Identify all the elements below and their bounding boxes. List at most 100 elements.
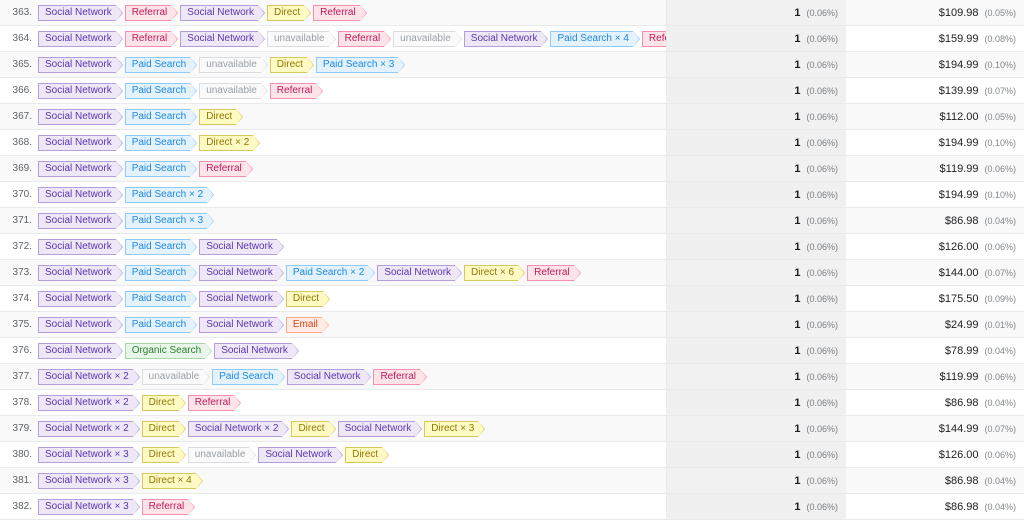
table-row[interactable]: 372.Social NetworkPaid SearchSocial Netw… xyxy=(0,234,1024,260)
path-tag-paid[interactable]: Paid Search xyxy=(125,57,190,73)
path-tag-referral[interactable]: Referral xyxy=(142,499,189,515)
table-row[interactable]: 382.Social Network × 3Referral1(0.06%)$8… xyxy=(0,494,1024,520)
table-row[interactable]: 374.Social NetworkPaid SearchSocial Netw… xyxy=(0,286,1024,312)
path-tag-direct[interactable]: Direct × 4 xyxy=(142,473,196,489)
path-tag-referral[interactable]: Referral xyxy=(338,31,385,47)
path-tag-paid[interactable]: Paid Search xyxy=(125,83,190,99)
path-tag-social[interactable]: Social Network × 2 xyxy=(38,369,133,385)
path-tag-referral[interactable]: Referral xyxy=(373,369,420,385)
path-tag-referral[interactable]: Referral xyxy=(125,31,172,47)
path-tag-direct[interactable]: Direct xyxy=(267,5,304,21)
table-row[interactable]: 365.Social NetworkPaid Searchunavailable… xyxy=(0,52,1024,78)
table-row[interactable]: 363.Social NetworkReferralSocial Network… xyxy=(0,0,1024,26)
path-tag-referral[interactable]: Referral xyxy=(527,265,574,281)
path-tag-paid[interactable]: Paid Search xyxy=(125,135,190,151)
path-tag-social[interactable]: Social Network xyxy=(199,265,277,281)
table-row[interactable]: 377.Social Network × 2unavailablePaid Se… xyxy=(0,364,1024,390)
path-tag-social[interactable]: Social Network xyxy=(180,5,258,21)
path-tag-paid[interactable]: Paid Search xyxy=(125,265,190,281)
path-tag-direct[interactable]: Direct xyxy=(291,421,328,437)
path-tag-social[interactable]: Social Network xyxy=(258,447,336,463)
path-tag-social[interactable]: Social Network xyxy=(38,161,116,177)
table-row[interactable]: 381.Social Network × 3Direct × 41(0.06%)… xyxy=(0,468,1024,494)
path-tag-direct[interactable]: Direct xyxy=(286,291,323,307)
path-tag-social[interactable]: Social Network × 2 xyxy=(38,395,133,411)
path-tag-unavail[interactable]: unavailable xyxy=(267,31,329,47)
path-tag-social[interactable]: Social Network xyxy=(377,265,455,281)
path-tag-direct[interactable]: Direct × 3 xyxy=(424,421,478,437)
path-tag-social[interactable]: Social Network × 3 xyxy=(38,473,133,489)
path-tag-unavail[interactable]: unavailable xyxy=(199,83,261,99)
path-tag-social[interactable]: Social Network xyxy=(464,31,542,47)
table-row[interactable]: 373.Social NetworkPaid SearchSocial Netw… xyxy=(0,260,1024,286)
path-tag-social[interactable]: Social Network xyxy=(38,213,116,229)
path-tag-social[interactable]: Social Network xyxy=(214,343,292,359)
path-tag-unavail[interactable]: unavailable xyxy=(199,57,261,73)
path-tag-referral[interactable]: Referral xyxy=(642,31,666,47)
path-tag-referral[interactable]: Referral xyxy=(313,5,360,21)
path-tag-paid[interactable]: Paid Search xyxy=(125,291,190,307)
path-tag-social[interactable]: Social Network xyxy=(38,187,116,203)
path-tag-unavail[interactable]: unavailable xyxy=(393,31,455,47)
table-row[interactable]: 380.Social Network × 3DirectunavailableS… xyxy=(0,442,1024,468)
table-row[interactable]: 379.Social Network × 2DirectSocial Netwo… xyxy=(0,416,1024,442)
path-tag-social[interactable]: Social Network xyxy=(338,421,416,437)
path-tag-paid[interactable]: Paid Search × 3 xyxy=(125,213,207,229)
path-tag-social[interactable]: Social Network xyxy=(38,5,116,21)
path-tag-referral[interactable]: Referral xyxy=(270,83,317,99)
path-tag-referral[interactable]: Referral xyxy=(125,5,172,21)
table-row[interactable]: 369.Social NetworkPaid SearchReferral1(0… xyxy=(0,156,1024,182)
path-tag-social[interactable]: Social Network xyxy=(199,317,277,333)
path-tag-paid[interactable]: Paid Search xyxy=(125,109,190,125)
table-row[interactable]: 364.Social NetworkReferralSocial Network… xyxy=(0,26,1024,52)
path-tag-direct[interactable]: Direct xyxy=(142,421,179,437)
path-tag-paid[interactable]: Paid Search xyxy=(125,239,190,255)
table-row[interactable]: 367.Social NetworkPaid SearchDirect1(0.0… xyxy=(0,104,1024,130)
path-tag-direct[interactable]: Direct xyxy=(142,395,179,411)
path-tag-social[interactable]: Social Network xyxy=(38,317,116,333)
path-tag-social[interactable]: Social Network × 2 xyxy=(38,421,133,437)
path-tag-direct[interactable]: Direct × 6 xyxy=(464,265,518,281)
table-row[interactable]: 370.Social NetworkPaid Search × 21(0.06%… xyxy=(0,182,1024,208)
path-tag-social[interactable]: Social Network xyxy=(38,31,116,47)
path-tag-social[interactable]: Social Network xyxy=(38,343,116,359)
table-row[interactable]: 376.Social NetworkOrganic SearchSocial N… xyxy=(0,338,1024,364)
path-tag-social[interactable]: Social Network xyxy=(38,109,116,125)
path-tag-direct[interactable]: Direct xyxy=(345,447,382,463)
path-tag-referral[interactable]: Referral xyxy=(188,395,235,411)
path-tag-paid[interactable]: Paid Search xyxy=(125,161,190,177)
path-tag-paid[interactable]: Paid Search × 3 xyxy=(316,57,398,73)
path-tag-referral[interactable]: Referral xyxy=(199,161,246,177)
path-tag-social[interactable]: Social Network xyxy=(38,265,116,281)
path-tag-paid[interactable]: Paid Search xyxy=(125,317,190,333)
path-tag-social[interactable]: Social Network xyxy=(38,291,116,307)
path-tag-paid[interactable]: Paid Search × 4 xyxy=(550,31,632,47)
path-tag-email[interactable]: Email xyxy=(286,317,322,333)
table-row[interactable]: 366.Social NetworkPaid Searchunavailable… xyxy=(0,78,1024,104)
path-tag-paid[interactable]: Paid Search × 2 xyxy=(125,187,207,203)
path-tag-unavail[interactable]: unavailable xyxy=(142,369,204,385)
path-tag-social[interactable]: Social Network xyxy=(180,31,258,47)
path-tag-social[interactable]: Social Network xyxy=(38,83,116,99)
path-tag-direct[interactable]: Direct xyxy=(199,109,236,125)
path-tag-social[interactable]: Social Network × 3 xyxy=(38,447,133,463)
path-tag-paid[interactable]: Paid Search × 2 xyxy=(286,265,368,281)
path-tag-social[interactable]: Social Network xyxy=(38,135,116,151)
path-tag-unavail[interactable]: unavailable xyxy=(188,447,250,463)
table-row[interactable]: 375.Social NetworkPaid SearchSocial Netw… xyxy=(0,312,1024,338)
table-row[interactable]: 371.Social NetworkPaid Search × 31(0.06%… xyxy=(0,208,1024,234)
path-tag-social[interactable]: Social Network xyxy=(287,369,365,385)
table-row[interactable]: 378.Social Network × 2DirectReferral1(0.… xyxy=(0,390,1024,416)
path-tag-social[interactable]: Social Network × 3 xyxy=(38,499,133,515)
path-tag-organic[interactable]: Organic Search xyxy=(125,343,205,359)
path-tag-social[interactable]: Social Network xyxy=(199,291,277,307)
path-tag-social[interactable]: Social Network xyxy=(38,57,116,73)
path-tag-direct[interactable]: Direct xyxy=(270,57,307,73)
path-tag-social[interactable]: Social Network xyxy=(38,239,116,255)
path-tag-social[interactable]: Social Network xyxy=(199,239,277,255)
path-tag-direct[interactable]: Direct xyxy=(142,447,179,463)
table-row[interactable]: 368.Social NetworkPaid SearchDirect × 21… xyxy=(0,130,1024,156)
path-tag-paid[interactable]: Paid Search xyxy=(212,369,277,385)
path-tag-direct[interactable]: Direct × 2 xyxy=(199,135,253,151)
path-tag-social[interactable]: Social Network × 2 xyxy=(188,421,283,437)
